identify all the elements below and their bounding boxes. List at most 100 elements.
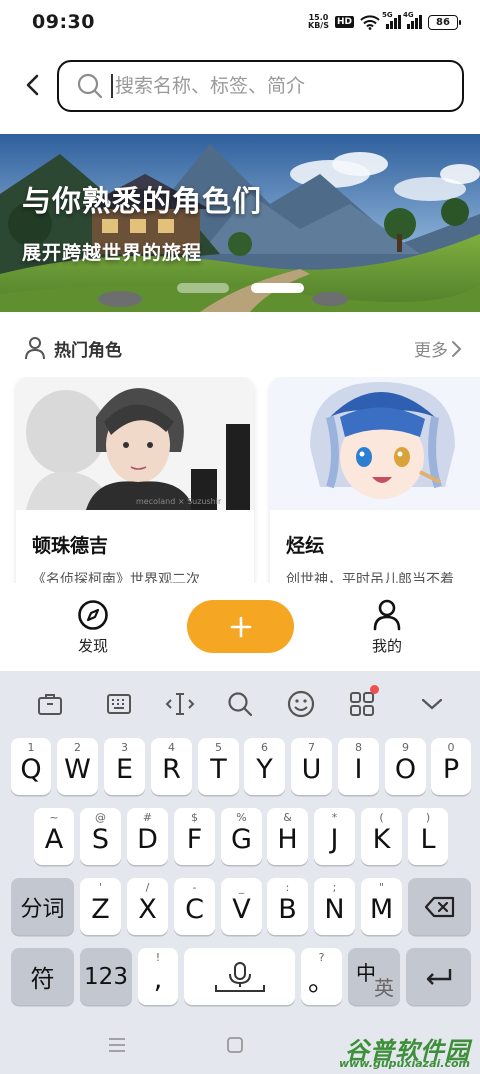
battery-icon: 86	[428, 14, 461, 30]
battery-level: 86	[436, 16, 450, 28]
menu-icon[interactable]	[108, 1037, 126, 1057]
signal-5g-icon: 5G	[382, 11, 401, 29]
signal-4g-label: 4G	[403, 11, 414, 19]
key-c[interactable]: -C	[174, 878, 215, 935]
home-square-icon[interactable]	[227, 1037, 243, 1057]
compass-icon	[78, 600, 108, 630]
chevron-down-icon[interactable]	[417, 689, 447, 719]
search-icon[interactable]	[225, 689, 255, 719]
character-card[interactable]: 烃纭 创世神，平时吊儿郎当不着	[270, 377, 480, 583]
signal-4g-icon: 4G	[403, 11, 422, 29]
key-k[interactable]: (K	[361, 808, 402, 865]
soft-keyboard: 1Q 2W 3E 4R 5T 6Y 7U 8I 9O 0P ~ A @ S # D $…	[0, 671, 480, 1074]
key-o[interactable]: 9O	[385, 738, 426, 795]
net-speed: 15.0 KB/S	[308, 14, 329, 30]
comma-key[interactable]: !,	[138, 948, 178, 1005]
keyboard-icon[interactable]	[104, 689, 134, 719]
enter-key[interactable]	[406, 948, 471, 1005]
numbers-key[interactable]: 123	[80, 948, 132, 1005]
key-w[interactable]: 2W	[57, 738, 98, 795]
image-watermark: mecoland × Suzushir	[136, 497, 222, 506]
key-i[interactable]: 8I	[338, 738, 379, 795]
language-switch-key[interactable]: 中 英	[348, 948, 400, 1005]
key-q[interactable]: 1Q	[11, 738, 51, 795]
key-h[interactable]: & H	[267, 808, 308, 865]
search-input[interactable]	[115, 75, 435, 97]
nav-discover[interactable]: 发现	[53, 599, 133, 656]
key-a[interactable]: ~ A	[34, 808, 74, 865]
banner-carousel[interactable]: 与你熟悉的角色们 展开跨越世界的旅程	[0, 134, 480, 312]
nav-me[interactable]: 我的	[347, 599, 427, 656]
carousel-dot-1[interactable]	[177, 283, 229, 293]
character-image	[270, 377, 480, 510]
apps-icon[interactable]	[347, 685, 379, 719]
more-label: 更多	[414, 341, 448, 361]
symbols-key[interactable]: 符	[11, 948, 74, 1005]
carousel-dot-2-active[interactable]	[251, 283, 304, 293]
chevron-left-icon	[26, 74, 39, 96]
key-v[interactable]: _ V	[221, 878, 262, 935]
period-key[interactable]: ?。	[301, 948, 342, 1005]
back-button[interactable]	[18, 70, 48, 100]
character-name: 顿珠德吉	[32, 535, 109, 557]
key-p[interactable]: 0P	[431, 738, 471, 795]
key-x[interactable]: / X	[127, 878, 168, 935]
search-header	[0, 58, 480, 114]
emoji-icon[interactable]	[286, 689, 316, 719]
nav-discover-label: 发现	[77, 637, 108, 655]
banner-subtitle: 展开跨越世界的旅程	[22, 242, 203, 264]
key-g[interactable]: % G	[221, 808, 262, 865]
key-z[interactable]: ' Z	[80, 878, 121, 935]
bottom-nav: 发现 我的	[0, 583, 480, 671]
watermark-logo: 谷普软件园 www.gupuxiazai.com	[334, 1031, 474, 1071]
search-bar[interactable]	[57, 60, 464, 112]
character-desc: 创世神，平时吊儿郎当不着	[286, 572, 454, 583]
key-d[interactable]: # D	[127, 808, 168, 865]
fenci-key[interactable]: 分词	[11, 878, 74, 935]
key-s[interactable]: @ S	[80, 808, 121, 865]
key-y[interactable]: 6Y	[244, 738, 285, 795]
text-cursor	[111, 74, 113, 98]
key-t[interactable]: 5T	[198, 738, 239, 795]
space-key[interactable]	[184, 948, 295, 1005]
key-l[interactable]: ) L	[408, 808, 448, 865]
status-time: 09:30	[32, 11, 95, 33]
backspace-key[interactable]	[408, 878, 471, 935]
banner-title: 与你熟悉的角色们	[22, 184, 263, 218]
key-e[interactable]: 3E	[104, 738, 145, 795]
plus-icon	[230, 616, 251, 637]
section-title: 热门角色	[54, 341, 122, 361]
net-speed-unit: KB/S	[308, 21, 329, 30]
key-f[interactable]: $ F	[174, 808, 215, 865]
briefcase-icon[interactable]	[35, 689, 65, 719]
notification-dot	[370, 685, 379, 694]
microphone-icon	[214, 961, 265, 992]
key-m[interactable]: " M	[361, 878, 402, 935]
character-image	[16, 377, 254, 510]
hot-characters-header: 热门角色 更多	[0, 330, 480, 366]
backspace-icon	[424, 896, 454, 917]
status-bar: 09:30 15.0 KB/S HD 5G 4G 86	[0, 0, 480, 44]
watermark-url: www.gupuxiazai.com	[339, 1057, 470, 1070]
character-name: 烃纭	[286, 535, 325, 557]
hd-badge: HD	[334, 16, 354, 28]
more-link[interactable]: 更多	[414, 336, 462, 361]
keyboard-toolbar	[0, 671, 480, 735]
person-icon	[25, 337, 45, 360]
person-icon	[373, 599, 401, 631]
key-b[interactable]: :B	[267, 878, 308, 935]
nav-me-label: 我的	[371, 637, 402, 655]
key-n[interactable]: ; N	[314, 878, 355, 935]
character-card[interactable]: mecoland × Suzushir 顿珠德吉 《名侦探柯南》世界观二次	[16, 377, 254, 583]
add-button[interactable]	[187, 600, 294, 653]
key-r[interactable]: 4R	[151, 738, 192, 795]
key-u[interactable]: 7U	[291, 738, 332, 795]
chevron-right-icon	[452, 340, 462, 357]
enter-icon	[426, 968, 451, 985]
search-icon	[77, 73, 103, 99]
character-desc: 《名侦探柯南》世界观二次	[32, 572, 200, 583]
cursor-icon[interactable]	[165, 689, 195, 719]
key-j[interactable]: * J	[314, 808, 355, 865]
wifi-icon	[360, 14, 380, 30]
banner-image	[0, 134, 480, 312]
